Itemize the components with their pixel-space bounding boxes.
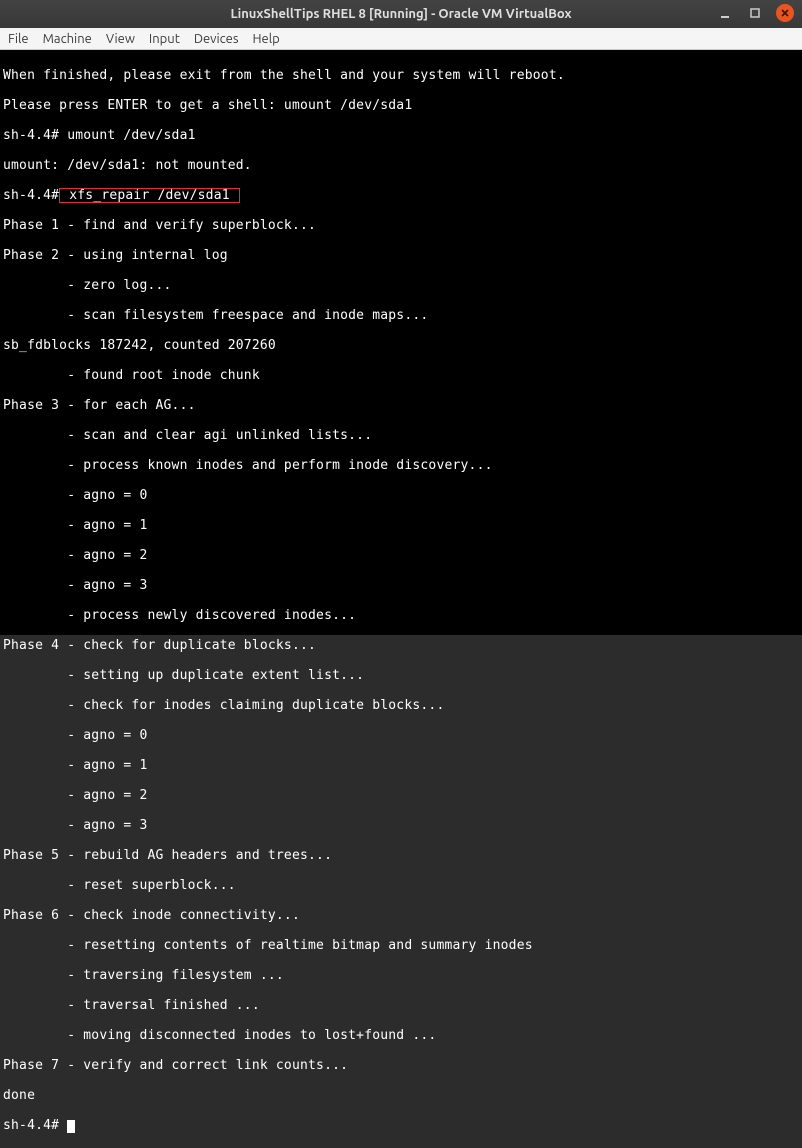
terminal-line: - traversing filesystem ... (3, 968, 799, 983)
titlebar: LinuxShellTips RHEL 8 [Running] - Oracle… (0, 0, 802, 28)
highlighted-command: xfs_repair /dev/sda1 (59, 188, 240, 203)
terminal-line: - process newly discovered inodes... (3, 608, 799, 623)
close-button[interactable] (776, 4, 794, 22)
terminal-line: - agno = 2 (3, 548, 799, 563)
terminal-line: umount: /dev/sda1: not mounted. (3, 158, 799, 173)
terminal-line: When finished, please exit from the shel… (3, 68, 799, 83)
terminal-line: sb_fdblocks 187242, counted 207260 (3, 338, 799, 353)
terminal-line: Please press ENTER to get a shell: umoun… (3, 98, 799, 113)
terminal-output[interactable]: When finished, please exit from the shel… (0, 50, 802, 635)
menu-view[interactable]: View (106, 32, 135, 46)
terminal-line: - agno = 3 (3, 578, 799, 593)
terminal-line: - zero log... (3, 278, 799, 293)
menu-help[interactable]: Help (253, 32, 280, 46)
terminal-line: Phase 3 - for each AG... (3, 398, 799, 413)
maximize-button[interactable] (746, 4, 764, 22)
terminal-line: sh-4.4# xfs_repair /dev/sda1 (3, 188, 799, 203)
terminal-line: - scan filesystem freespace and inode ma… (3, 308, 799, 323)
terminal-line: - scan and clear agi unlinked lists... (3, 428, 799, 443)
terminal-line: Phase 2 - using internal log (3, 248, 799, 263)
terminal-line: - agno = 0 (3, 728, 799, 743)
window-title: LinuxShellTips RHEL 8 [Running] - Oracle… (230, 7, 571, 21)
menubar: File Machine View Input Devices Help (0, 28, 802, 50)
terminal-line: - agno = 1 (3, 518, 799, 533)
menu-devices[interactable]: Devices (194, 32, 239, 46)
terminal-line: - check for inodes claiming duplicate bl… (3, 698, 799, 713)
close-icon (780, 8, 790, 18)
terminal-line: - agno = 1 (3, 758, 799, 773)
terminal-line: done (3, 1088, 799, 1103)
terminal-line: sh-4.4# umount /dev/sda1 (3, 128, 799, 143)
terminal-line: - reset superblock... (3, 878, 799, 893)
terminal-line: - found root inode chunk (3, 368, 799, 383)
terminal-line: - traversal finished ... (3, 998, 799, 1013)
shell-prompt: sh-4.4# (3, 188, 59, 203)
terminal-line: Phase 1 - find and verify superblock... (3, 218, 799, 233)
terminal-line: - resetting contents of realtime bitmap … (3, 938, 799, 953)
window-controls (716, 4, 794, 22)
maximize-icon (749, 7, 761, 19)
terminal-line: Phase 5 - rebuild AG headers and trees..… (3, 848, 799, 863)
terminal-line: Phase 6 - check inode connectivity... (3, 908, 799, 923)
terminal-line: - agno = 0 (3, 488, 799, 503)
cursor-icon (67, 1120, 75, 1133)
shell-prompt: sh-4.4# (3, 1118, 67, 1133)
terminal-line: Phase 7 - verify and correct link counts… (3, 1058, 799, 1073)
terminal-line: - moving disconnected inodes to lost+fou… (3, 1028, 799, 1043)
terminal-line: - agno = 2 (3, 788, 799, 803)
terminal-line: - agno = 3 (3, 818, 799, 833)
menu-file[interactable]: File (8, 32, 29, 46)
menu-input[interactable]: Input (149, 32, 180, 46)
menu-machine[interactable]: Machine (43, 32, 92, 46)
minimize-button[interactable] (716, 4, 734, 22)
terminal-line: - process known inodes and perform inode… (3, 458, 799, 473)
minimize-icon (719, 7, 731, 19)
terminal-line: - setting up duplicate extent list... (3, 668, 799, 683)
terminal-line: sh-4.4# (3, 1118, 799, 1133)
terminal-line: Phase 4 - check for duplicate blocks... (3, 638, 799, 653)
